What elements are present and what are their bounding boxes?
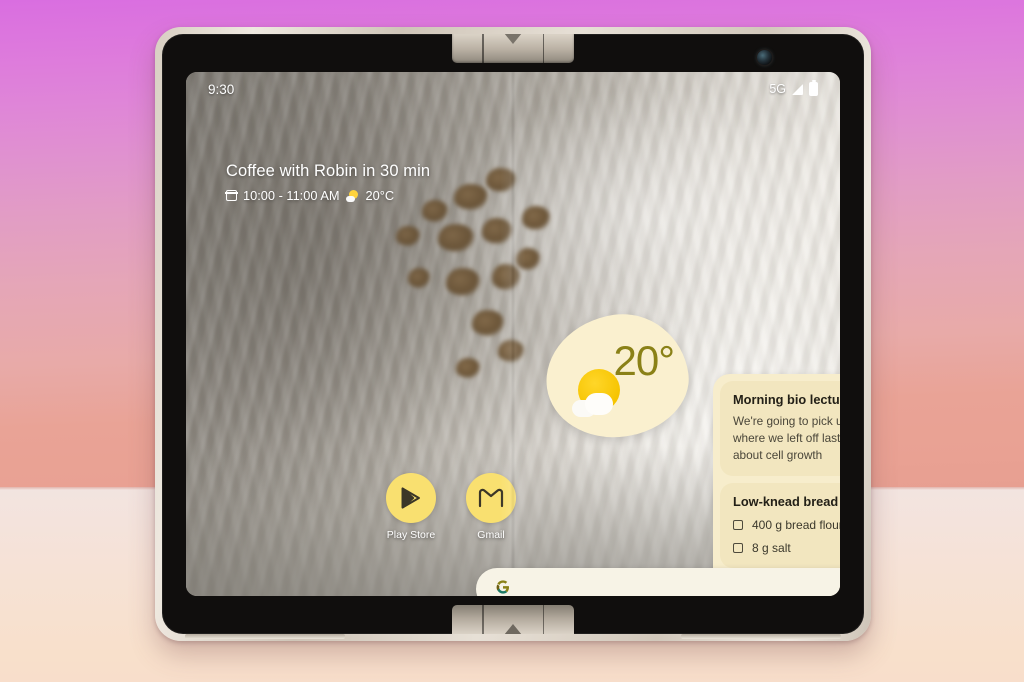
gmail-icon[interactable] bbox=[466, 473, 516, 523]
at-a-glance-time: 10:00 - 11:00 AM bbox=[243, 188, 340, 203]
note-title: Low-knead bread bbox=[733, 494, 839, 510]
sun-behind-cloud-icon bbox=[572, 369, 628, 417]
device-bezel: 9:30 5G Coffee with Robin in 30 min 10:0… bbox=[162, 34, 864, 634]
sun-behind-cloud-icon bbox=[345, 189, 360, 202]
note-card[interactable]: Morning bio lecture We're going to pick … bbox=[720, 381, 840, 477]
at-a-glance-subtitle: 10:00 - 11:00 AM 20°C bbox=[225, 188, 430, 203]
status-bar: 9:30 5G bbox=[186, 72, 840, 106]
app-icon-row: Play Store Gmail bbox=[386, 473, 516, 541]
notes-widget[interactable]: Morning bio lecture We're going to pick … bbox=[713, 374, 840, 596]
note-card[interactable]: Low-knead bread 400 g bread flour 8 g sa… bbox=[720, 483, 840, 569]
at-a-glance-widget[interactable]: Coffee with Robin in 30 min 10:00 - 11:0… bbox=[225, 162, 431, 203]
google-g-icon bbox=[493, 577, 513, 597]
note-title: Morning bio lecture bbox=[733, 392, 840, 407]
app-label: Play Store bbox=[386, 529, 436, 541]
note-checklist-label: 400 g bread flour bbox=[752, 518, 840, 533]
note-checklist-item[interactable]: 400 g bread flour bbox=[733, 518, 840, 532]
at-a-glance-temperature: 20°C bbox=[365, 188, 395, 203]
app-label: Gmail bbox=[477, 529, 505, 541]
at-a-glance-title: Coffee with Robin in 30 min bbox=[226, 162, 431, 180]
app-gmail[interactable]: Gmail bbox=[466, 473, 516, 541]
app-play-store[interactable]: Play Store bbox=[386, 473, 436, 541]
calendar-icon bbox=[225, 190, 238, 201]
note-checklist-item[interactable]: 8 g salt bbox=[733, 541, 840, 555]
status-bar-network: 5G bbox=[769, 82, 786, 96]
frame-rail-right bbox=[681, 634, 841, 639]
checkbox-icon[interactable] bbox=[733, 543, 743, 554]
play-store-icon[interactable] bbox=[386, 473, 436, 523]
frame-rail-left bbox=[185, 634, 345, 639]
foldable-device: 9:30 5G Coffee with Robin in 30 min 10:0… bbox=[155, 27, 871, 641]
checkbox-icon[interactable] bbox=[733, 520, 743, 531]
note-checklist-label: 8 g salt bbox=[752, 541, 791, 556]
battery-full-icon bbox=[809, 79, 818, 96]
hinge-top bbox=[452, 34, 574, 63]
signal-bars-icon bbox=[792, 83, 803, 95]
device-screen[interactable]: 9:30 5G Coffee with Robin in 30 min 10:0… bbox=[186, 72, 840, 596]
note-body: We're going to pick up today from where … bbox=[733, 414, 840, 462]
weather-widget[interactable]: 20° bbox=[538, 305, 696, 447]
google-search-bar[interactable] bbox=[476, 568, 840, 596]
status-bar-clock: 9:30 bbox=[208, 81, 235, 97]
front-camera-icon bbox=[757, 50, 772, 65]
hinge-bottom bbox=[452, 605, 574, 634]
